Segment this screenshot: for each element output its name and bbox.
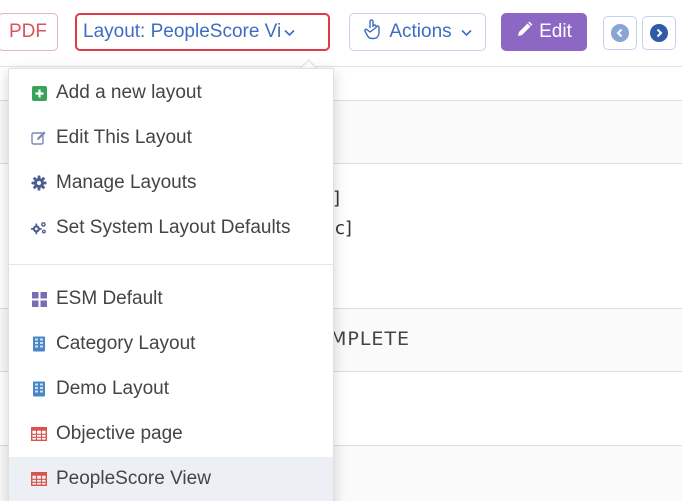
chevron-right-circle-icon [650,24,668,42]
building-icon [31,336,47,352]
layout-dropdown-button[interactable]: Layout: PeopleScore Vi [75,13,330,51]
edit-button-label: Edit [539,21,572,42]
pencil-icon [516,21,533,44]
toolbar: PDF Layout: PeopleScore Vi Actions Edit [0,0,682,67]
layout-dropdown-label: Layout: PeopleScore Vi [83,21,282,42]
previous-record-button[interactable] [603,16,637,50]
menu-item-label: Add a new layout [56,82,202,103]
chevron-left-circle-icon [611,24,629,42]
actions-dropdown-label: Actions [389,21,452,42]
menu-item-layout-category[interactable]: Category Layout [9,322,333,366]
menu-item-label: Manage Layouts [56,172,197,193]
menu-item-manage-layouts[interactable]: Manage Layouts [9,161,333,205]
next-record-button[interactable] [642,16,676,50]
edit-icon [31,130,47,146]
menu-item-label: PeopleScore View [56,468,211,489]
menu-item-label: Edit This Layout [56,127,192,148]
menu-item-layout-peoplescore-view[interactable]: PeopleScore View [9,457,333,501]
app-frame: ] [c] MPLETE PDF Layout: PeopleScore Vi … [0,0,682,501]
menu-item-label: Demo Layout [56,378,170,399]
edit-button[interactable]: Edit [501,13,587,51]
gear-icon [31,175,47,191]
hand-pointer-icon [363,18,383,46]
menu-item-add-layout[interactable]: Add a new layout [9,71,333,115]
table-icon [31,426,47,442]
menu-item-layout-esm-default[interactable]: ESM Default [9,277,333,321]
menu-item-label: Objective page [56,423,183,444]
menu-item-label: Category Layout [56,333,196,354]
pdf-button[interactable]: PDF [0,13,58,51]
menu-item-label: Set System Layout Defaults [56,217,291,238]
menu-item-layout-demo[interactable]: Demo Layout [9,367,333,411]
menu-divider [9,264,333,265]
menu-item-edit-layout[interactable]: Edit This Layout [9,116,333,160]
chevron-down-icon [284,25,295,40]
background-status-fragment: MPLETE [330,328,411,350]
menu-item-layout-objective-page[interactable]: Objective page [9,412,333,456]
plus-square-icon [31,85,47,101]
building-icon [31,381,47,397]
menu-item-system-defaults[interactable]: Set System Layout Defaults [9,206,333,250]
pdf-button-label: PDF [9,21,47,42]
layout-dropdown-menu: Add a new layout Edit This Layout Manage… [8,68,334,501]
grid-icon [31,291,47,307]
gears-icon [31,220,47,236]
menu-item-label: ESM Default [56,288,163,309]
table-icon [31,471,47,487]
actions-dropdown-button[interactable]: Actions [349,13,486,51]
background-bracket-1: ] [333,188,341,209]
chevron-down-icon [461,25,472,40]
